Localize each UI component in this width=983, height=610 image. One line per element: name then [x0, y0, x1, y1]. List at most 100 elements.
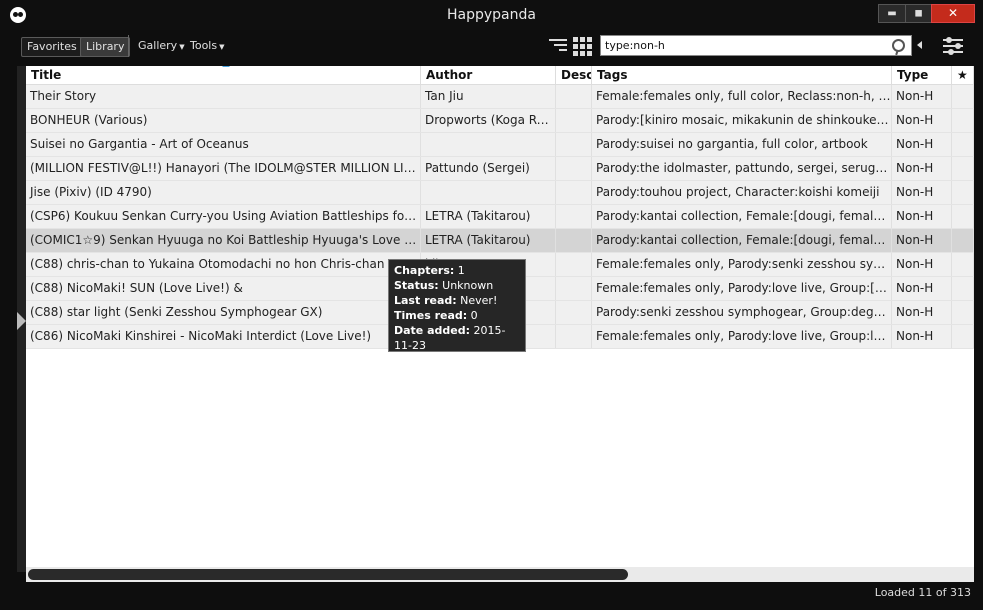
cell-type: Non-H	[892, 133, 952, 156]
tooltip-chapters-value: 1	[457, 264, 465, 277]
cell-type: Non-H	[892, 229, 952, 252]
tools-menu[interactable]: Tools ▼	[190, 39, 225, 52]
column-header-type[interactable]: Type	[892, 66, 952, 84]
search-input[interactable]	[601, 36, 889, 55]
column-header-tags[interactable]: Tags	[592, 66, 892, 84]
cell-type: Non-H	[892, 181, 952, 204]
cell-tags: Female:females only, Parody:love live, G…	[592, 277, 892, 300]
gallery-menu[interactable]: Gallery ▼	[138, 39, 185, 52]
tooltip-times-read-value: 0	[470, 309, 478, 322]
cell-description	[556, 253, 592, 276]
cell-favorite	[952, 253, 974, 276]
cell-tags: Parody:senki zesshou symphogear, Group:d…	[592, 301, 892, 324]
chevron-down-icon: ▼	[219, 43, 225, 51]
cell-favorite	[952, 325, 974, 348]
cell-tags: Female:females only, Parody:love live, G…	[592, 325, 892, 348]
gallery-info-tooltip: Chapters: 1 Status: Unknown Last read: N…	[388, 259, 526, 352]
table-row[interactable]: Their Story Tan Jiu Female:females only, f…	[26, 85, 974, 109]
cell-title: (C88) NicoMaki! SUN (Love Live!) &	[26, 277, 421, 300]
cell-tags: Parody:touhou project, Character:koishi …	[592, 181, 892, 204]
toolbar-divider	[128, 35, 129, 57]
scrollbar-thumb[interactable]	[28, 569, 628, 580]
cell-description	[556, 229, 592, 252]
maximize-button[interactable]: ◼	[905, 4, 932, 23]
cell-type: Non-H	[892, 85, 952, 108]
cell-description	[556, 277, 592, 300]
cell-type: Non-H	[892, 325, 952, 348]
cell-type: Non-H	[892, 205, 952, 228]
cell-type: Non-H	[892, 301, 952, 324]
cell-title: Their Story	[26, 85, 421, 108]
cell-title: BONHEUR (Various)	[26, 109, 421, 132]
cell-description	[556, 157, 592, 180]
cell-description	[556, 325, 592, 348]
sort-icon[interactable]	[549, 39, 567, 53]
chevron-down-icon: ▼	[179, 43, 185, 51]
sidebar-toggle-arrow-icon[interactable]	[17, 312, 26, 330]
table-row[interactable]: Jise (Pixiv) (ID 4790) Parody:touhou proj…	[26, 181, 974, 205]
cell-title: (COMIC1☆9) Senkan Hyuuga no Koi Battlesh…	[26, 229, 421, 252]
tooltip-last-read-value: Never!	[460, 294, 498, 307]
minimize-button[interactable]: ▬	[878, 4, 906, 23]
cell-description	[556, 301, 592, 324]
cell-title: (MILLION FESTIV@L!!) Hanayori (The IDOLM…	[26, 157, 421, 180]
cell-type: Non-H	[892, 277, 952, 300]
cell-tags: Parody:the idolmaster, pattundo, sergei,…	[592, 157, 892, 180]
cell-author: Pattundo (Sergei)	[421, 157, 556, 180]
cell-tags: Parody:kantai collection, Female:[dougi,…	[592, 229, 892, 252]
tooltip-date-added-label: Date added:	[394, 324, 471, 337]
tools-menu-label: Tools	[190, 39, 218, 52]
table-row[interactable]: Suisei no Gargantia - Art of Oceanus Paro…	[26, 133, 974, 157]
cell-author: LETRA (Takitarou)	[421, 205, 556, 228]
horizontal-scrollbar[interactable]	[26, 567, 974, 582]
grid-view-icon[interactable]	[573, 37, 592, 56]
cell-title: Jise (Pixiv) (ID 4790)	[26, 181, 421, 204]
cell-favorite	[952, 205, 974, 228]
cell-favorite	[952, 181, 974, 204]
cell-tags: Female:females only, Parody:senki zessho…	[592, 253, 892, 276]
search-icon[interactable]	[892, 39, 905, 52]
column-header-title[interactable]: Title	[26, 66, 421, 84]
cell-title: Suisei no Gargantia - Art of Oceanus	[26, 133, 421, 156]
cell-title: (C88) chris-chan to Yukaina Otomodachi n…	[26, 253, 421, 276]
settings-sliders-icon[interactable]	[943, 37, 963, 55]
cell-author: Tan Jiu	[421, 85, 556, 108]
cell-description	[556, 109, 592, 132]
cell-description	[556, 205, 592, 228]
table-row[interactable]: (CSP6) Koukuu Senkan Curry-you Using Avi…	[26, 205, 974, 229]
column-header-author[interactable]: Author	[421, 66, 556, 84]
cell-favorite	[952, 133, 974, 156]
cell-author: LETRA (Takitarou)	[421, 229, 556, 252]
close-button[interactable]: ✕	[931, 4, 975, 23]
table-header: Title Author Descr Tags Type ★	[26, 66, 974, 85]
sort-indicator-icon	[222, 66, 230, 67]
column-header-description[interactable]: Descr	[556, 66, 592, 84]
search-box[interactable]	[600, 35, 912, 56]
cell-description	[556, 85, 592, 108]
table-row[interactable]: (COMIC1☆9) Senkan Hyuuga no Koi Battlesh…	[26, 229, 974, 253]
cell-tags: Female:females only, full color, Reclass…	[592, 85, 892, 108]
favorites-button[interactable]: Favorites	[21, 37, 83, 57]
cell-title: (CSP6) Koukuu Senkan Curry-you Using Avi…	[26, 205, 421, 228]
search-history-arrow-icon[interactable]	[917, 41, 922, 49]
cell-author	[421, 133, 556, 156]
table-row[interactable]: (MILLION FESTIV@L!!) Hanayori (The IDOLM…	[26, 157, 974, 181]
cell-title: (C86) NicoMaki Kinshirei - NicoMaki Inte…	[26, 325, 421, 348]
library-button[interactable]: Library	[80, 37, 131, 57]
tooltip-status-label: Status:	[394, 279, 439, 292]
status-text: Loaded 11 of 313	[874, 586, 971, 599]
tooltip-status-value: Unknown	[442, 279, 494, 292]
tooltip-times-read-label: Times read:	[394, 309, 468, 322]
cell-tags: Parody:suisei no gargantia, full color, …	[592, 133, 892, 156]
table-row[interactable]: BONHEUR (Various) Dropworts (Koga Rejini)…	[26, 109, 974, 133]
window-title: Happypanda	[447, 7, 536, 23]
title-bar: Happypanda ▬ ◼ ✕	[0, 0, 983, 30]
cell-favorite	[952, 85, 974, 108]
cell-favorite	[952, 301, 974, 324]
cell-description	[556, 133, 592, 156]
cell-tags: Parody:[kiniro mosaic, mikakunin de shin…	[592, 109, 892, 132]
column-header-favorite[interactable]: ★	[952, 66, 974, 84]
cell-favorite	[952, 229, 974, 252]
gallery-menu-label: Gallery	[138, 39, 178, 52]
cell-favorite	[952, 109, 974, 132]
